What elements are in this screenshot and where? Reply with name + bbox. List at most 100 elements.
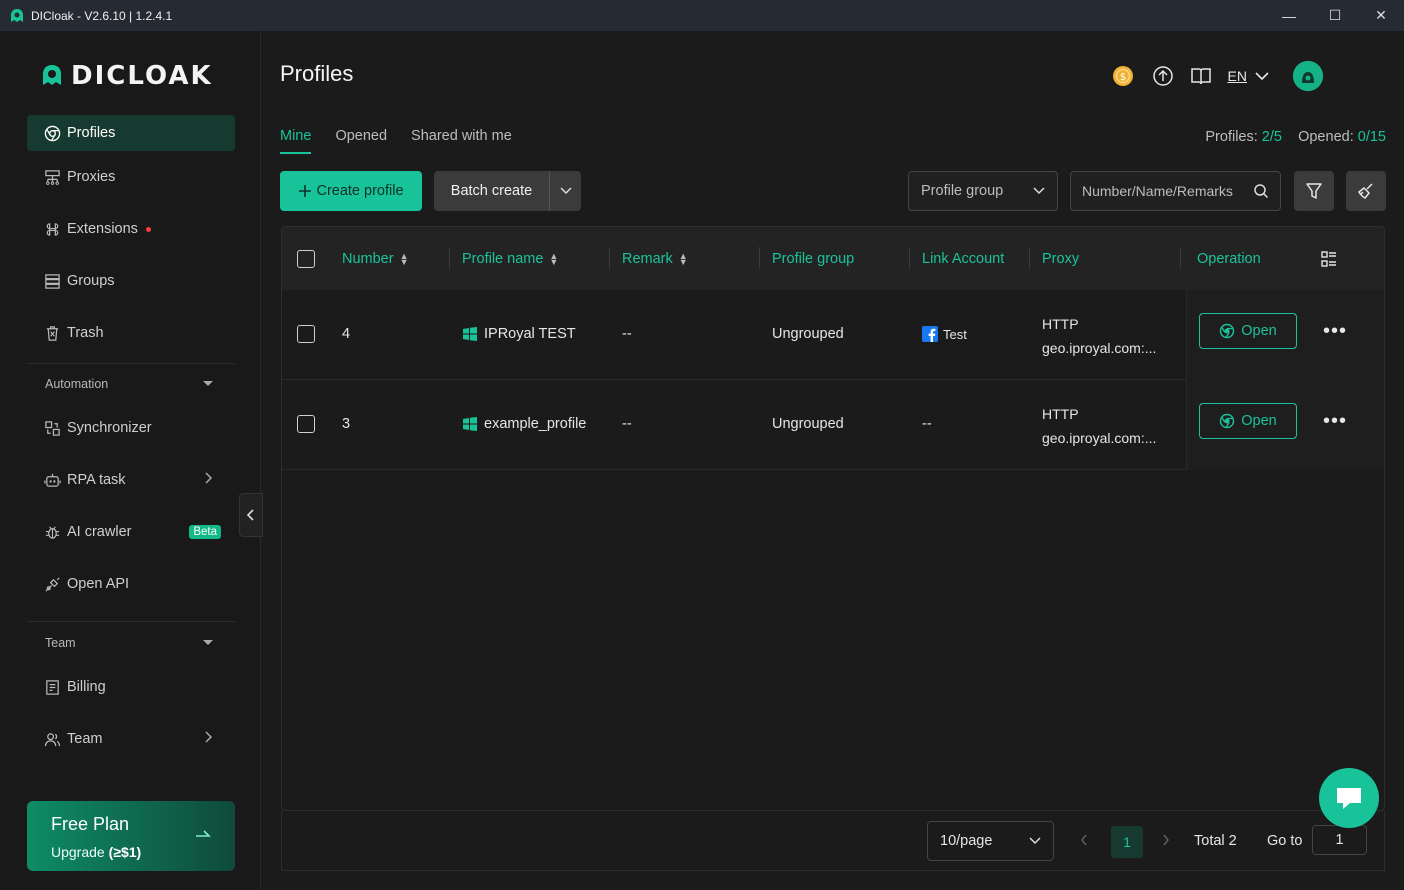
column-header-label: Operation <box>1197 250 1261 267</box>
sort-icon[interactable]: ▲ ▼ <box>549 251 558 266</box>
cell-remark: -- <box>622 326 632 342</box>
bug-icon <box>43 523 61 541</box>
select-all-checkbox-cell <box>297 227 315 290</box>
column-header-profile-group: Profile group <box>772 227 854 290</box>
goto-label: Go to <box>1267 833 1303 849</box>
opened-count-label: Opened: <box>1298 129 1354 145</box>
create-profile-label: Create profile <box>316 183 404 199</box>
chevron-right-icon <box>203 471 213 489</box>
chat-support-button[interactable] <box>1319 768 1379 828</box>
table-row[interactable]: 3 example_profile -- Ungrouped -- HTTP g… <box>282 380 1384 470</box>
page-title: Profiles <box>280 61 354 86</box>
sidebar-item-profiles[interactable]: Profiles <box>27 115 235 151</box>
open-profile-button[interactable]: Open <box>1199 403 1297 439</box>
current-page[interactable]: 1 <box>1111 826 1143 858</box>
close-button[interactable]: ✕ <box>1358 0 1404 31</box>
sort-icon[interactable]: ▲ ▼ <box>400 251 409 266</box>
row-checkbox[interactable] <box>297 415 315 433</box>
beta-badge: Beta <box>189 525 221 539</box>
brand-logo[interactable]: DICLOAK <box>39 61 213 91</box>
plus-icon <box>299 185 312 197</box>
sidebar-item-billing[interactable]: Billing <box>27 669 235 705</box>
cell-link-account: -- <box>922 416 932 432</box>
prev-page-icon[interactable] <box>1080 833 1088 849</box>
cell-profile-group: Ungrouped <box>772 326 844 342</box>
app-logo-icon <box>9 8 25 24</box>
column-header-profile-name[interactable]: Profile name ▲ ▼ <box>462 227 558 290</box>
page-size-label: 10/page <box>940 833 993 849</box>
column-header-link-account: Link Account <box>922 227 1004 290</box>
coin-icon[interactable]: $ <box>1110 63 1136 89</box>
row-checkbox-cell <box>297 325 315 343</box>
column-header-number[interactable]: Number ▲ ▼ <box>342 227 409 290</box>
cell-number: 3 <box>342 416 351 432</box>
sidebar-item-label: Profiles <box>67 125 116 141</box>
team-section-label: Team <box>45 636 76 650</box>
chrome-icon <box>1220 323 1235 339</box>
column-divider <box>759 247 760 269</box>
language-selector[interactable]: EN <box>1228 68 1269 84</box>
sort-icon[interactable]: ▲ ▼ <box>679 251 688 266</box>
select-all-checkbox[interactable] <box>297 249 315 268</box>
tab-opened[interactable]: Opened <box>335 128 387 154</box>
free-plan-card[interactable]: Free Plan Upgrade (≥$1) <box>27 801 235 871</box>
cell-proxy: HTTP geo.iproyal.com:... <box>1042 316 1156 356</box>
table-header: Number ▲ ▼ Profile name ▲ ▼ Remark ▲ ▼ Prof… <box>282 227 1384 290</box>
table-row[interactable]: 4 IPRoyal TEST -- Ungrouped Test HTTP ge… <box>282 290 1384 380</box>
automation-collapse-caret-icon[interactable] <box>203 381 213 386</box>
chevron-down-icon <box>559 187 572 195</box>
sidebar-item-rpa-task[interactable]: RPA task <box>27 462 235 498</box>
sidebar-item-synchronizer[interactable]: Synchronizer <box>27 410 235 446</box>
row-checkbox[interactable] <box>297 325 315 343</box>
sidebar-item-trash[interactable]: Trash <box>27 315 235 351</box>
batch-create-button[interactable]: Batch create <box>434 171 581 211</box>
upload-icon[interactable] <box>1152 65 1174 87</box>
sidebar-item-extensions[interactable]: Extensions <box>27 211 235 247</box>
create-profile-button[interactable]: Create profile <box>280 171 422 211</box>
total-count: Total 2 <box>1194 833 1237 849</box>
sidebar-item-ai-crawler[interactable]: AI crawler Beta <box>27 514 235 550</box>
open-profile-button[interactable]: Open <box>1199 313 1297 349</box>
language-label: EN <box>1227 68 1247 84</box>
tab-mine[interactable]: Mine <box>280 128 312 154</box>
tab-shared-with-me[interactable]: Shared with me <box>411 128 512 154</box>
search-icon <box>1254 184 1269 199</box>
sidebar-item-team[interactable]: Team <box>27 721 235 757</box>
column-header-remark[interactable]: Remark ▲ ▼ <box>622 227 688 290</box>
minimize-button[interactable]: — <box>1266 0 1312 31</box>
team-collapse-caret-icon[interactable] <box>203 640 213 645</box>
batch-create-dropdown[interactable] <box>550 187 581 195</box>
windows-icon <box>463 417 477 431</box>
maximize-button[interactable]: ☐ <box>1312 0 1358 31</box>
more-options-icon[interactable]: ••• <box>1323 410 1347 433</box>
sidebar-item-label: AI crawler <box>67 524 132 540</box>
more-options-icon[interactable]: ••• <box>1323 320 1347 343</box>
profiles-count-value: 2/5 <box>1261 129 1282 145</box>
sidebar-item-groups[interactable]: Groups <box>27 263 235 299</box>
goto-page-input[interactable]: 1 <box>1312 825 1367 855</box>
cell-number: 4 <box>342 326 351 342</box>
book-icon[interactable] <box>1190 65 1212 87</box>
sidebar-item-proxies[interactable]: Proxies <box>27 159 235 195</box>
filter-button[interactable] <box>1294 171 1334 211</box>
search-input[interactable]: Number/Name/Remarks <box>1070 171 1281 211</box>
proxies-icon <box>43 168 61 186</box>
cell-profile-name[interactable]: IPRoyal TEST <box>462 326 576 342</box>
chevron-right-icon <box>203 730 213 748</box>
sidebar-item-open-api[interactable]: Open API <box>27 566 235 602</box>
cell-profile-name[interactable]: example_profile <box>462 416 586 432</box>
sidebar-item-label: Team <box>67 731 103 747</box>
upgrade-label: Upgrade <box>51 844 105 860</box>
column-settings-button[interactable] <box>1320 227 1338 290</box>
open-label: Open <box>1241 413 1277 429</box>
filter-icon <box>1306 183 1322 199</box>
next-page-icon[interactable] <box>1162 833 1170 849</box>
main-content: Profiles $ EN Mine Opened Shared with me… <box>262 31 1403 889</box>
avatar[interactable] <box>1293 61 1323 91</box>
collapse-sidebar-button[interactable] <box>239 493 263 537</box>
profile-group-select[interactable]: Profile group <box>908 171 1058 211</box>
windows-icon <box>463 327 477 341</box>
page-size-select[interactable]: 10/page <box>927 821 1054 861</box>
clean-button[interactable] <box>1346 171 1386 211</box>
column-header-label: Profile name <box>462 250 544 267</box>
